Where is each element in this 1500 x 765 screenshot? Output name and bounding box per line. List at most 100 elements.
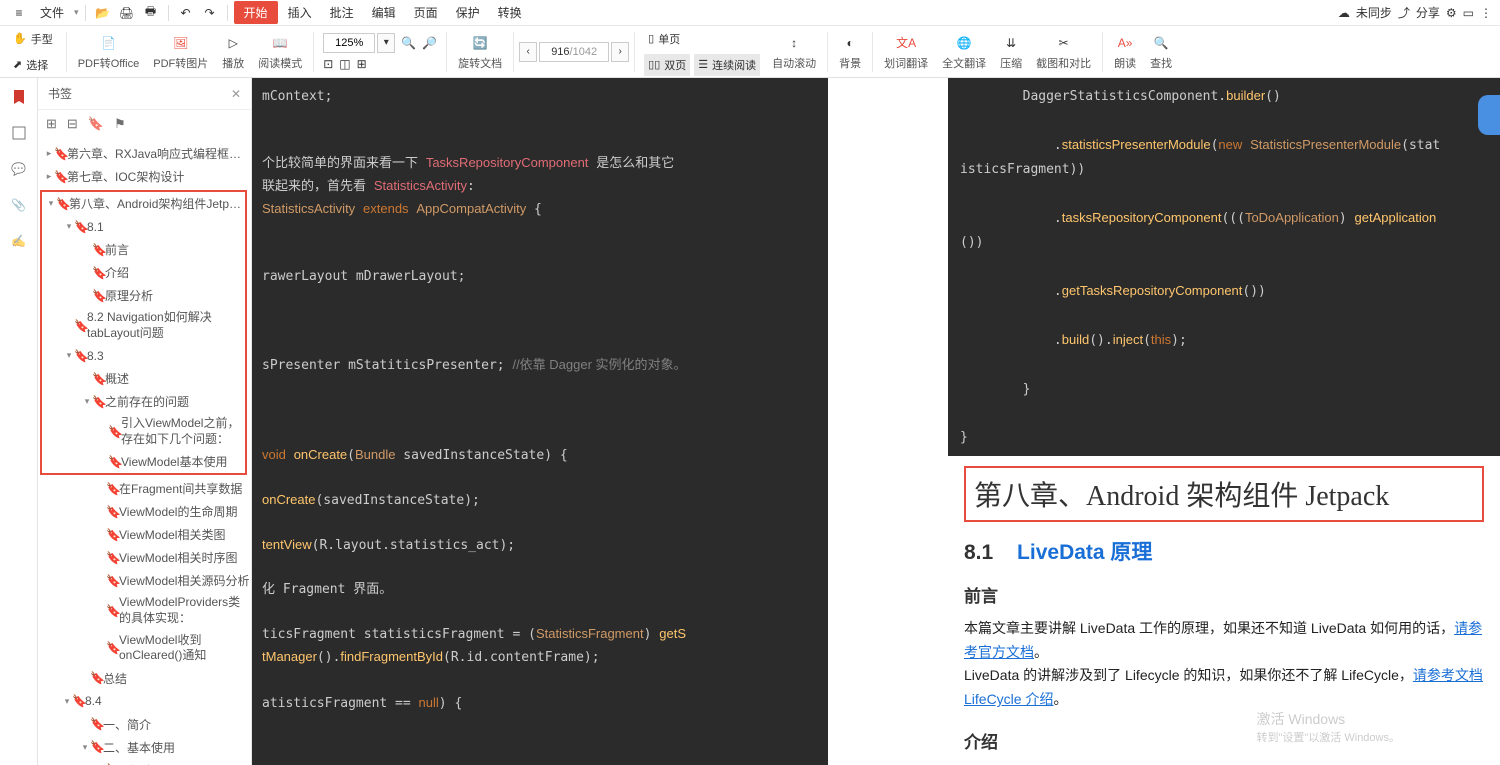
sync-status[interactable]: 未同步 — [1356, 4, 1392, 21]
tab-annotate[interactable]: 批注 — [322, 1, 362, 24]
read-mode[interactable]: 📖阅读模式 — [252, 26, 308, 77]
tree-node-84[interactable]: ▾🔖8.4 — [38, 690, 251, 713]
next-page[interactable]: › — [611, 42, 629, 62]
tree-node-83e[interactable]: 🔖ViewModel相关类图 — [38, 523, 251, 546]
tree-node-ch7[interactable]: ▸🔖第七章、IOC架构设计 — [38, 165, 251, 188]
tab-convert[interactable]: 转换 — [490, 1, 530, 24]
zoom-in-icon[interactable]: 🔎 — [422, 36, 437, 50]
tree-node-83g[interactable]: 🔖ViewModel相关源码分析 — [38, 569, 251, 592]
tree-node-83b2[interactable]: 🔖ViewModel基本使用 — [42, 450, 245, 473]
save-icon[interactable]: 🖨 — [118, 4, 136, 22]
print-icon[interactable]: 🖶 — [142, 4, 160, 22]
tree-node-ch6[interactable]: ▸🔖第六章、RXJava响应式编程框架设计 — [38, 142, 251, 165]
full-translate[interactable]: 🌐全文翻译 — [936, 26, 992, 77]
chevron-down-icon: ▾ — [74, 7, 79, 18]
play-button[interactable]: ▷播放 — [216, 26, 250, 77]
word-translate[interactable]: 文A划词翻译 — [878, 26, 934, 77]
add-bookmark-icon[interactable]: 🔖 — [88, 116, 104, 132]
share-icon[interactable]: ⤴ — [1398, 4, 1410, 21]
share-label[interactable]: 分享 — [1416, 4, 1440, 21]
globe-icon: 🌐 — [954, 33, 974, 53]
tab-protect[interactable]: 保护 — [448, 1, 488, 24]
tab-insert[interactable]: 插入 — [280, 1, 320, 24]
code-block-right: DaggerStatisticsComponent.builder() .sta… — [948, 78, 1500, 456]
tree-node-83c[interactable]: 🔖在Fragment间共享数据 — [38, 477, 251, 500]
tree-node-82[interactable]: 🔖8.2 Navigation如何解决tabLayout问题 — [42, 307, 245, 344]
bookmark-flag-icon[interactable]: ⚑ — [114, 116, 126, 132]
comment-tab[interactable]: 💬 — [8, 158, 30, 180]
play-icon: ▷ — [223, 33, 243, 53]
page-right: DaggerStatisticsComponent.builder() .sta… — [948, 78, 1500, 765]
page-number[interactable]: 916/1042 — [539, 42, 609, 62]
page-left: mContext; 个比较简单的界面来看一下 TasksRepositoryCo… — [252, 78, 828, 765]
tree-node-83b[interactable]: ▾🔖之前存在的问题 — [42, 390, 245, 413]
open-icon[interactable]: 📂 — [94, 4, 112, 22]
tree-node-81a[interactable]: 🔖前言 — [42, 238, 245, 261]
tree-node-83h[interactable]: 🔖ViewModelProviders类的具体实现： — [38, 592, 251, 629]
settings-icon[interactable]: ⚙ — [1446, 6, 1457, 20]
tree-node-81b[interactable]: 🔖介绍 — [42, 261, 245, 284]
floating-button[interactable] — [1478, 95, 1500, 135]
window-icon[interactable]: ▭ — [1463, 6, 1474, 20]
fit-width-icon[interactable]: ⊡ — [323, 57, 333, 71]
speaker-icon: A» — [1115, 33, 1135, 53]
tree-node-83[interactable]: ▾🔖8.3 — [42, 344, 245, 367]
tab-start[interactable]: 开始 — [234, 1, 278, 24]
bookmark-tab[interactable] — [8, 86, 30, 108]
translate-icon: 文A — [896, 33, 916, 53]
page-control: ‹ 916/1042 › — [519, 42, 629, 62]
file-menu[interactable]: 文件 — [32, 1, 72, 24]
double-page-icon: ▯▯ — [648, 58, 660, 71]
pdf-to-office[interactable]: 📄PDF转Office — [72, 26, 146, 77]
double-page[interactable]: ▯▯双页 — [644, 54, 690, 76]
rotate-doc[interactable]: 🔄旋转文档 — [452, 26, 508, 77]
crop-compare[interactable]: ✂截图和对比 — [1030, 26, 1097, 77]
read-aloud[interactable]: A»朗读 — [1108, 26, 1142, 77]
single-page-icon: ▯ — [648, 32, 654, 45]
collapse-all-icon[interactable]: ⊟ — [67, 116, 78, 132]
more-icon[interactable]: ⋮ — [1480, 6, 1492, 20]
zoom-dropdown[interactable]: ▾ — [377, 33, 395, 53]
tree-node-83i[interactable]: 🔖ViewModel收到onCleared()通知 — [38, 630, 251, 667]
tree-node-ch8[interactable]: ▾🔖第八章、Android架构组件Jetpack — [42, 192, 245, 215]
single-page[interactable]: ▯单页 — [644, 28, 760, 50]
tab-page[interactable]: 页面 — [406, 1, 446, 24]
tree-node-83d[interactable]: 🔖ViewModel的生命周期 — [38, 500, 251, 523]
zoom-input[interactable] — [323, 33, 375, 53]
cloud-icon[interactable]: ☁ — [1338, 6, 1350, 20]
menu-icon[interactable]: ≡ — [10, 4, 28, 22]
tree-node-83f[interactable]: 🔖ViewModel相关时序图 — [38, 546, 251, 569]
continuous[interactable]: ☰连续阅读 — [694, 54, 760, 76]
tree-node-83b1[interactable]: 🔖引入ViewModel之前，存在如下几个问题： — [42, 413, 245, 450]
close-sidebar[interactable]: ✕ — [231, 87, 241, 101]
tree-node-81[interactable]: ▾🔖8.1 — [42, 215, 245, 238]
signature-tab[interactable]: ✍ — [8, 230, 30, 252]
compress[interactable]: ⇊压缩 — [994, 26, 1028, 77]
section-number: 8.1 — [964, 541, 993, 564]
sidebar-tools: ⊞ ⊟ 🔖 ⚑ — [38, 110, 251, 138]
pdf-to-image[interactable]: 🖼PDF转图片 — [147, 26, 214, 77]
actual-size-icon[interactable]: ⊞ — [357, 57, 367, 71]
tab-edit[interactable]: 编辑 — [364, 1, 404, 24]
tree-node-84a[interactable]: 🔖一、简介 — [38, 713, 251, 736]
background[interactable]: ◐背景 — [833, 26, 867, 77]
paragraph: 本篇文章主要讲解 LiveData 工作的原理，如果还不知道 LiveData … — [964, 617, 1484, 665]
redo-icon[interactable]: ↷ — [201, 4, 219, 22]
tree-node-84b1[interactable]: ▾🔖1 创建Entity — [38, 759, 251, 765]
auto-scroll[interactable]: ↕自动滚动 — [766, 26, 822, 77]
tree-node-81c[interactable]: 🔖原理分析 — [42, 284, 245, 307]
compress-icon: ⇊ — [1001, 33, 1021, 53]
undo-icon[interactable]: ↶ — [177, 4, 195, 22]
fit-page-icon[interactable]: ◫ — [339, 57, 350, 71]
tree-node-83j[interactable]: 🔖总结 — [38, 667, 251, 690]
hand-tool[interactable]: ✋手型 — [9, 28, 57, 50]
tree-node-84b[interactable]: ▾🔖二、基本使用 — [38, 736, 251, 759]
select-tool[interactable]: ⬈选择 — [9, 54, 57, 76]
tree-node-83a[interactable]: 🔖概述 — [42, 367, 245, 390]
attachment-tab[interactable]: 📎 — [8, 194, 30, 216]
search[interactable]: 🔍查找 — [1144, 26, 1178, 77]
expand-all-icon[interactable]: ⊞ — [46, 116, 57, 132]
prev-page[interactable]: ‹ — [519, 42, 537, 62]
zoom-out-icon[interactable]: 🔍 — [401, 36, 416, 50]
thumbnail-tab[interactable] — [8, 122, 30, 144]
